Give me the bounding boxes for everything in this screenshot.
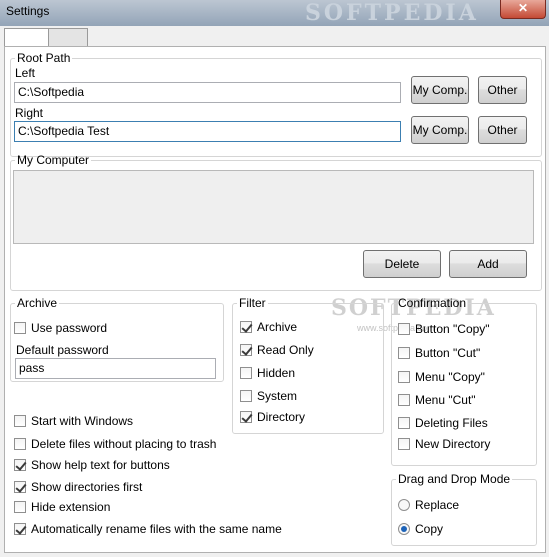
- settings-panel: Root Path Left C:\Softpedia My Comp. Oth…: [4, 46, 546, 553]
- start-with-windows-checkbox[interactable]: Start with Windows: [14, 414, 133, 428]
- filter-legend: Filter: [239, 296, 266, 310]
- my-computer-list[interactable]: [13, 170, 534, 244]
- replace-radio[interactable]: Replace: [398, 498, 459, 512]
- archive-legend: Archive: [17, 296, 58, 310]
- menu-cut-check-icon[interactable]: [398, 394, 410, 406]
- read-only-check-icon[interactable]: [240, 344, 252, 356]
- right-label: Right: [15, 106, 44, 120]
- right-path-input[interactable]: C:\Softpedia Test: [14, 121, 401, 142]
- button-cut-checkbox[interactable]: Button "Cut": [398, 346, 480, 360]
- hidden-label: Hidden: [257, 366, 296, 380]
- menu-copy-check-icon[interactable]: [398, 371, 410, 383]
- tab-2[interactable]: [48, 28, 88, 47]
- close-icon: ✕: [517, 1, 529, 15]
- hide-extension-check-icon[interactable]: [14, 501, 26, 513]
- delete-files-without-placing-to-trash-label: Delete files without placing to trash: [31, 437, 217, 451]
- default-password-label: Default password: [16, 343, 109, 357]
- copy-radio-icon[interactable]: [398, 523, 410, 535]
- new-directory-checkbox[interactable]: New Directory: [398, 437, 490, 451]
- button-cut-check-icon[interactable]: [398, 347, 410, 359]
- directory-label: Directory: [257, 410, 306, 424]
- right-other-button[interactable]: Other: [478, 116, 527, 144]
- close-button[interactable]: ✕: [500, 0, 546, 19]
- replace-radio-label: Replace: [415, 498, 460, 512]
- button-copy-label: Button "Copy": [415, 322, 490, 336]
- button-copy-check-icon[interactable]: [398, 323, 410, 335]
- automatically-rename-files-with-the-same-name-checkbox[interactable]: Automatically rename files with the same…: [14, 522, 282, 536]
- left-path-input[interactable]: C:\Softpedia: [14, 82, 401, 103]
- new-directory-check-icon[interactable]: [398, 438, 410, 450]
- system-label: System: [257, 389, 298, 403]
- confirmation-legend: Confirmation: [398, 296, 467, 310]
- deleting-files-check-icon[interactable]: [398, 417, 410, 429]
- use-password-box[interactable]: [14, 322, 26, 334]
- show-directories-first-checkbox[interactable]: Show directories first: [14, 480, 142, 494]
- menu-copy-checkbox[interactable]: Menu "Copy": [398, 370, 485, 384]
- use-password-checkbox[interactable]: Use password: [14, 321, 107, 335]
- my-computer-legend: My Computer: [17, 153, 90, 167]
- automatically-rename-files-with-the-same-name-label: Automatically rename files with the same…: [31, 522, 282, 536]
- archive-check-icon[interactable]: [240, 321, 252, 333]
- drag-drop-legend: Drag and Drop Mode: [398, 472, 511, 486]
- show-help-text-for-buttons-label: Show help text for buttons: [31, 458, 170, 472]
- copy-radio-label: Copy: [415, 522, 444, 536]
- menu-copy-label: Menu "Copy": [415, 370, 485, 384]
- system-check-icon[interactable]: [240, 390, 252, 402]
- show-help-text-for-buttons-checkbox[interactable]: Show help text for buttons: [14, 458, 170, 472]
- directory-check-icon[interactable]: [240, 411, 252, 423]
- archive-checkbox[interactable]: Archive: [240, 320, 297, 334]
- title-bar: Settings SOFTPEDIA ✕: [0, 0, 549, 26]
- deleting-files-checkbox[interactable]: Deleting Files: [398, 416, 488, 430]
- use-password-label: Use password: [31, 321, 108, 335]
- automatically-rename-files-with-the-same-name-check-icon[interactable]: [14, 523, 26, 535]
- right-mycomp-button[interactable]: My Comp.: [411, 116, 469, 144]
- delete-files-without-placing-to-trash-checkbox[interactable]: Delete files without placing to trash: [14, 437, 216, 451]
- root-path-legend: Root Path: [17, 51, 71, 65]
- menu-cut-checkbox[interactable]: Menu "Cut": [398, 393, 476, 407]
- read-only-label: Read Only: [257, 343, 314, 357]
- default-password-input[interactable]: pass: [15, 358, 216, 379]
- read-only-checkbox[interactable]: Read Only: [240, 343, 314, 357]
- menu-cut-label: Menu "Cut": [415, 393, 476, 407]
- delete-files-without-placing-to-trash-check-icon[interactable]: [14, 438, 26, 450]
- hidden-check-icon[interactable]: [240, 367, 252, 379]
- copy-radio[interactable]: Copy: [398, 522, 443, 536]
- left-label: Left: [15, 66, 36, 80]
- start-with-windows-check-icon[interactable]: [14, 415, 26, 427]
- deleting-files-label: Deleting Files: [415, 416, 488, 430]
- titlebar-watermark: SOFTPEDIA: [305, 0, 479, 26]
- delete-button[interactable]: Delete: [363, 250, 441, 278]
- system-checkbox[interactable]: System: [240, 389, 297, 403]
- show-directories-first-check-icon[interactable]: [14, 481, 26, 493]
- button-cut-label: Button "Cut": [415, 346, 481, 360]
- directory-checkbox[interactable]: Directory: [240, 410, 305, 424]
- replace-radio-icon[interactable]: [398, 499, 410, 511]
- tab-1[interactable]: [4, 28, 50, 47]
- archive-label: Archive: [257, 320, 298, 334]
- start-with-windows-label: Start with Windows: [31, 414, 134, 428]
- show-directories-first-label: Show directories first: [31, 480, 143, 494]
- new-directory-label: New Directory: [415, 437, 491, 451]
- left-other-button[interactable]: Other: [478, 76, 527, 104]
- hide-extension-label: Hide extension: [31, 500, 111, 514]
- show-help-text-for-buttons-check-icon[interactable]: [14, 459, 26, 471]
- button-copy-checkbox[interactable]: Button "Copy": [398, 322, 490, 336]
- left-mycomp-button[interactable]: My Comp.: [411, 76, 469, 104]
- hidden-checkbox[interactable]: Hidden: [240, 366, 295, 380]
- window-title: Settings: [6, 4, 50, 18]
- hide-extension-checkbox[interactable]: Hide extension: [14, 500, 110, 514]
- add-button[interactable]: Add: [449, 250, 527, 278]
